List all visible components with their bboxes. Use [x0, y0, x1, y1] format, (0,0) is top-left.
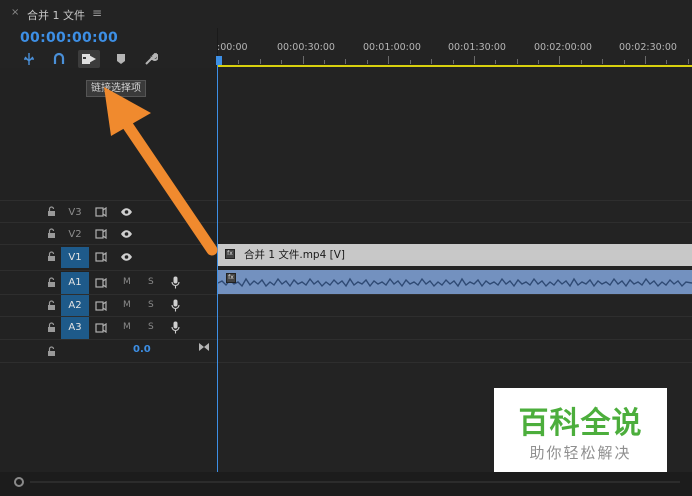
ruler-label: 00:00:30:00: [277, 42, 335, 53]
solo-toggle[interactable]: S: [148, 300, 154, 310]
linked-selection-icon: [82, 54, 96, 64]
track-header-a3: A3 M S: [0, 317, 217, 339]
lock-icon[interactable]: [47, 277, 56, 288]
eye-icon[interactable]: [120, 229, 133, 239]
mute-toggle[interactable]: M: [123, 300, 131, 310]
lock-icon[interactable]: [47, 300, 56, 311]
magnet-icon: [53, 52, 65, 64]
track-target-label[interactable]: A3: [61, 317, 89, 339]
track-header-v2: V2: [0, 223, 217, 244]
lock-icon[interactable]: [47, 346, 56, 357]
time-ruler[interactable]: :00:00 00:00:30:00 00:01:00:00 00:01:30:…: [217, 36, 692, 66]
track-header-a1: A1 M S: [0, 271, 217, 294]
playhead-line[interactable]: [217, 56, 218, 472]
audio-waveform: [218, 277, 692, 288]
track-target-label[interactable]: A2: [61, 295, 89, 317]
panel-menu-icon[interactable]: ≡: [92, 6, 102, 20]
sync-lock-icon[interactable]: [95, 323, 107, 333]
ruler-label: 00:01:30:00: [448, 42, 506, 53]
mute-toggle[interactable]: M: [123, 277, 131, 287]
lock-icon[interactable]: [47, 228, 56, 239]
track-v3: V3: [0, 200, 692, 222]
clip-name: 合并 1 文件.mp4 [V]: [244, 249, 345, 261]
track-header-v1: V1: [0, 245, 217, 268]
track-header-v3: V3: [0, 201, 217, 222]
watermark-logo: 百科全说 助你轻松解决: [494, 388, 667, 472]
sequence-tab-title[interactable]: 合并 1 文件: [27, 7, 85, 23]
microphone-icon[interactable]: [171, 321, 180, 334]
settings-button[interactable]: [140, 50, 162, 68]
track-target-label[interactable]: V1: [61, 247, 89, 268]
lock-icon[interactable]: [47, 206, 56, 217]
mute-toggle[interactable]: M: [123, 322, 131, 332]
microphone-icon[interactable]: [171, 276, 180, 289]
tab-close-icon[interactable]: ×: [11, 7, 19, 18]
track-target-label[interactable]: V3: [61, 205, 89, 220]
eye-icon[interactable]: [120, 252, 133, 262]
ruler-label: 00:02:00:00: [534, 42, 592, 53]
track-header-a2: A2 M S: [0, 295, 217, 317]
panel-tab-bar: × 合并 1 文件 ≡: [0, 0, 692, 28]
nest-button[interactable]: [48, 50, 70, 68]
track-master: [0, 339, 692, 363]
ruler-label: :00:00: [217, 42, 248, 53]
ruler-label: 00:02:30:00: [619, 42, 677, 53]
snap-icon: [24, 53, 34, 65]
playhead-handle[interactable]: [216, 56, 222, 65]
zoom-track[interactable]: [30, 481, 680, 483]
zoom-handle[interactable]: [14, 477, 24, 487]
track-target-label[interactable]: A1: [61, 272, 89, 294]
tooltip: 链接选择项: [86, 80, 146, 97]
wrench-icon: [145, 52, 158, 65]
bowtie-icon[interactable]: [198, 342, 210, 352]
linked-selection-button[interactable]: [78, 50, 100, 68]
lock-icon[interactable]: [47, 322, 56, 333]
snap-button[interactable]: [18, 50, 40, 68]
add-marker-button[interactable]: [110, 50, 132, 68]
sync-lock-icon[interactable]: [95, 301, 107, 311]
sync-lock-icon[interactable]: [95, 229, 107, 239]
sync-lock-icon[interactable]: [95, 278, 107, 288]
solo-toggle[interactable]: S: [148, 322, 154, 332]
track-v2: V2: [0, 222, 692, 244]
track-target-label[interactable]: V2: [61, 227, 89, 242]
track-a2: A2 M S: [0, 294, 692, 317]
watermark-title: 百科全说: [518, 406, 643, 441]
watermark-subtitle: 助你轻松解决: [529, 444, 632, 462]
solo-toggle[interactable]: S: [148, 277, 154, 287]
video-clip[interactable]: fx 合并 1 文件.mp4 [V]: [218, 244, 692, 266]
playhead-timecode[interactable]: 00:00:00:00: [20, 30, 118, 46]
microphone-icon[interactable]: [171, 299, 180, 312]
ruler-ticks: [217, 56, 689, 64]
marker-icon: [117, 54, 125, 64]
fx-badge: fx: [226, 273, 236, 283]
work-area-bar[interactable]: [217, 65, 692, 67]
master-volume-value[interactable]: 0.0: [133, 344, 151, 355]
ruler-label: 00:01:00:00: [363, 42, 421, 53]
sync-lock-icon[interactable]: [95, 252, 107, 262]
lock-icon[interactable]: [47, 251, 56, 262]
track-a3: A3 M S: [0, 316, 692, 339]
zoom-scrollbar: [0, 472, 692, 496]
fx-badge: fx: [225, 249, 235, 259]
audio-clip[interactable]: fx: [218, 270, 692, 294]
track-header-master: [0, 340, 217, 362]
eye-icon[interactable]: [120, 207, 133, 217]
sync-lock-icon[interactable]: [95, 207, 107, 217]
